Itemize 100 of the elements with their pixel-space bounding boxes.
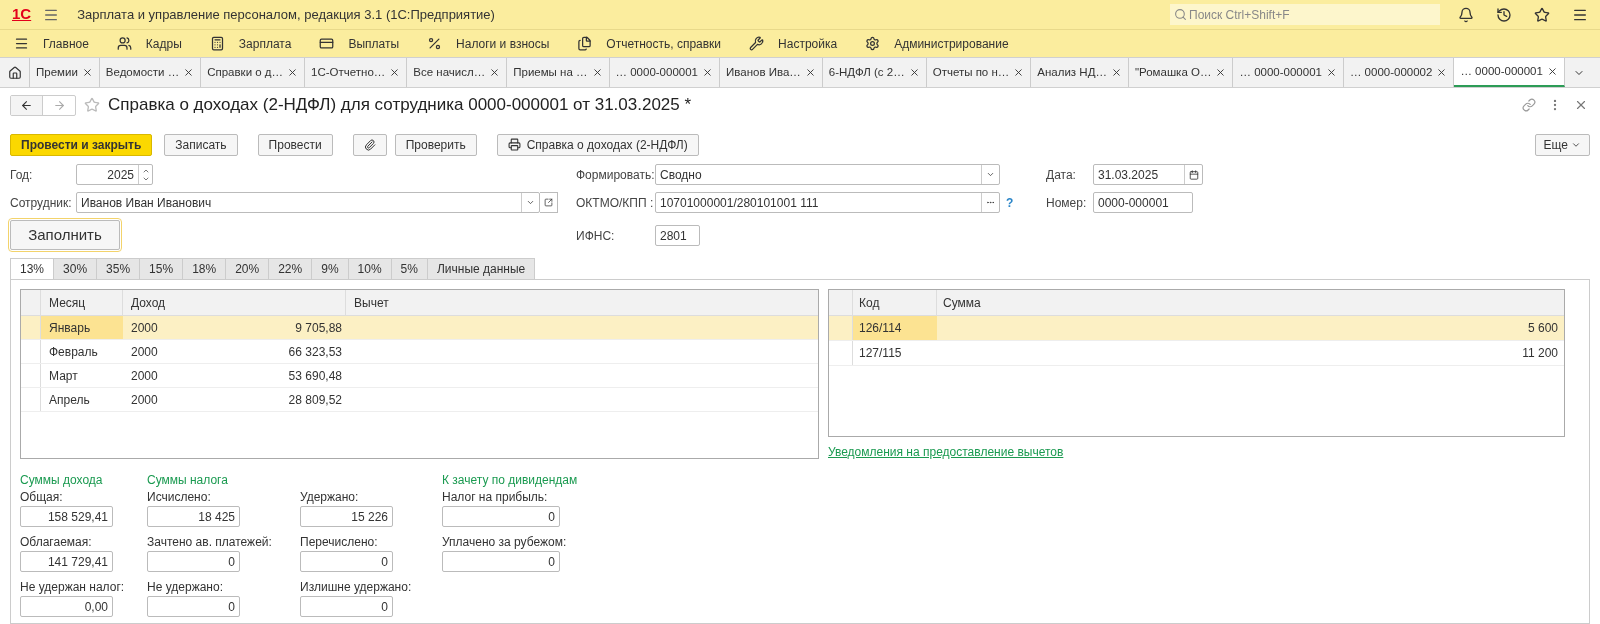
open-tab[interactable]: 1С-Отчетно… <box>305 58 408 87</box>
rate-tab[interactable]: 5% <box>390 258 428 280</box>
notices-link[interactable]: Уведомления на предоставление вычетов <box>828 443 1064 461</box>
open-tab[interactable]: Анализ НД… <box>1031 58 1129 87</box>
back-button[interactable] <box>11 95 43 115</box>
column-header[interactable]: Код <box>853 290 937 315</box>
input-field[interactable]: 0 <box>147 596 240 617</box>
close-icon[interactable] <box>81 67 93 78</box>
history-icon[interactable] <box>1496 6 1512 23</box>
open-tab[interactable]: Премии <box>30 58 100 87</box>
column-header[interactable]: Вычет <box>346 290 818 315</box>
input-field[interactable]: 15 226 <box>300 506 393 527</box>
section-link[interactable]: Администрирование <box>894 34 1009 53</box>
table-row[interactable]: Январь 2000 9 705,88 <box>21 316 818 340</box>
close-icon[interactable] <box>1013 67 1025 78</box>
star-icon[interactable] <box>84 97 100 113</box>
toolbar-button[interactable]: Проверить <box>394 133 477 156</box>
rate-tab[interactable]: 20% <box>225 258 270 280</box>
open-tab[interactable]: Отчеты по н… <box>926 58 1032 87</box>
search-input[interactable]: Поиск Ctrl+Shift+F <box>1189 5 1436 24</box>
field-label: ОКТМО/КПП : <box>576 194 655 212</box>
input-field[interactable]: 2801 <box>655 225 700 246</box>
toolbar-button[interactable]: Провести <box>257 133 333 156</box>
open-tab[interactable]: 6-НДФЛ (с 2… <box>822 58 927 87</box>
rate-tab[interactable]: 35% <box>96 258 141 280</box>
input-field[interactable]: 141 729,41 <box>20 551 113 572</box>
input-field[interactable]: 158 529,41 <box>20 506 113 527</box>
table-row[interactable]: Апрель 2000 28 809,52 <box>21 388 818 412</box>
input-field[interactable]: 0000-000001 <box>1093 192 1193 213</box>
section-link[interactable]: Выплаты <box>348 34 400 53</box>
rate-tab[interactable]: 10% <box>347 258 392 280</box>
field-label: Излишне удержано: <box>300 579 413 596</box>
close-icon[interactable] <box>908 67 920 78</box>
open-tab[interactable]: Справки о д… <box>201 58 306 87</box>
table-row[interactable]: Февраль 2000 66 323,53 <box>21 340 818 364</box>
open-tab[interactable]: "Ромашка О… <box>1128 58 1234 87</box>
close-icon[interactable] <box>389 67 401 78</box>
section-link[interactable]: Зарплата <box>238 34 292 53</box>
close-icon[interactable] <box>1574 98 1588 112</box>
rate-tab[interactable]: 30% <box>53 258 98 280</box>
post-close-button[interactable]: Провести и закрыть <box>10 133 153 156</box>
rate-tab[interactable]: 18% <box>182 258 227 280</box>
input-field[interactable]: 0 <box>442 506 560 527</box>
input-field[interactable]: 18 425 <box>147 506 240 527</box>
bell-icon[interactable] <box>1458 6 1474 23</box>
close-icon[interactable] <box>804 67 816 78</box>
open-tab[interactable]: … 0000-000001 <box>609 58 720 87</box>
section-link[interactable]: Налоги и взносы <box>456 34 550 53</box>
toolbar-button[interactable]: Записать <box>164 133 238 156</box>
rate-tab[interactable]: 22% <box>268 258 313 280</box>
column-header[interactable]: Сумма <box>937 290 1564 315</box>
close-icon[interactable] <box>1215 67 1227 78</box>
close-icon[interactable] <box>702 67 713 78</box>
table-row[interactable]: 126/114 5 600 <box>829 316 1564 341</box>
input-field[interactable]: 0 <box>300 551 393 572</box>
input-field[interactable]: 10701000001/280101001 111 <box>655 192 1000 213</box>
rate-tab[interactable]: Личные данные <box>426 258 536 280</box>
input-field[interactable]: 2025 <box>76 164 153 185</box>
input-field[interactable]: 0 <box>300 596 393 617</box>
input-field[interactable]: 0,00 <box>20 596 113 617</box>
close-icon[interactable] <box>1325 67 1337 78</box>
table-cell-text: 53 690,48 <box>287 367 343 385</box>
close-icon[interactable] <box>183 67 195 78</box>
rate-tab[interactable]: 15% <box>139 258 184 280</box>
column-header[interactable]: Месяц <box>41 290 123 315</box>
table-row[interactable]: 127/115 11 200 <box>829 341 1564 366</box>
table-row[interactable]: Март 2000 53 690,48 <box>21 364 818 388</box>
star-icon[interactable] <box>1534 6 1550 23</box>
input-field[interactable]: Сводно <box>655 164 1000 185</box>
input-field[interactable]: 31.03.2025 <box>1093 164 1203 185</box>
search-field[interactable]: Поиск Ctrl+Shift+F <box>1170 4 1440 25</box>
section-link[interactable]: Кадры <box>145 34 182 53</box>
open-tab[interactable]: … 0000-000001 <box>1454 58 1565 87</box>
column-header[interactable]: Доход <box>123 290 346 315</box>
fill-button[interactable]: Заполнить <box>10 220 120 250</box>
close-icon[interactable] <box>1436 67 1448 78</box>
open-tab[interactable]: Ведомости … <box>99 58 202 87</box>
close-icon[interactable] <box>1110 67 1122 78</box>
more-button[interactable]: Еще <box>1534 133 1590 156</box>
input-field[interactable]: 0 <box>147 551 240 572</box>
open-tab[interactable]: Все начисл… <box>407 58 508 87</box>
close-icon[interactable] <box>1546 66 1558 77</box>
section-link[interactable]: Главное <box>43 34 89 53</box>
input-field[interactable]: 0 <box>442 551 560 572</box>
link-icon[interactable] <box>1522 98 1536 112</box>
help-link[interactable]: ? <box>1006 193 1014 212</box>
rate-tab[interactable]: 9% <box>311 258 349 280</box>
print-button[interactable]: Справка о доходах (2-НДФЛ) <box>496 133 699 156</box>
input-field[interactable]: Иванов Иван Иванович <box>76 192 540 213</box>
close-icon[interactable] <box>591 67 603 78</box>
open-tab[interactable]: Приемы на … <box>507 58 610 87</box>
close-icon[interactable] <box>489 67 501 78</box>
section-link[interactable]: Настройка <box>778 34 838 53</box>
rate-tab[interactable]: 13% <box>10 258 55 280</box>
open-tab[interactable]: Иванов Ива… <box>720 58 823 87</box>
section-link[interactable]: Отчетность, справки <box>606 34 722 53</box>
close-icon[interactable] <box>287 67 299 78</box>
open-button[interactable] <box>540 192 558 213</box>
attach-button[interactable] <box>352 133 387 156</box>
open-tab[interactable]: … 0000-000001 <box>1233 58 1344 87</box>
